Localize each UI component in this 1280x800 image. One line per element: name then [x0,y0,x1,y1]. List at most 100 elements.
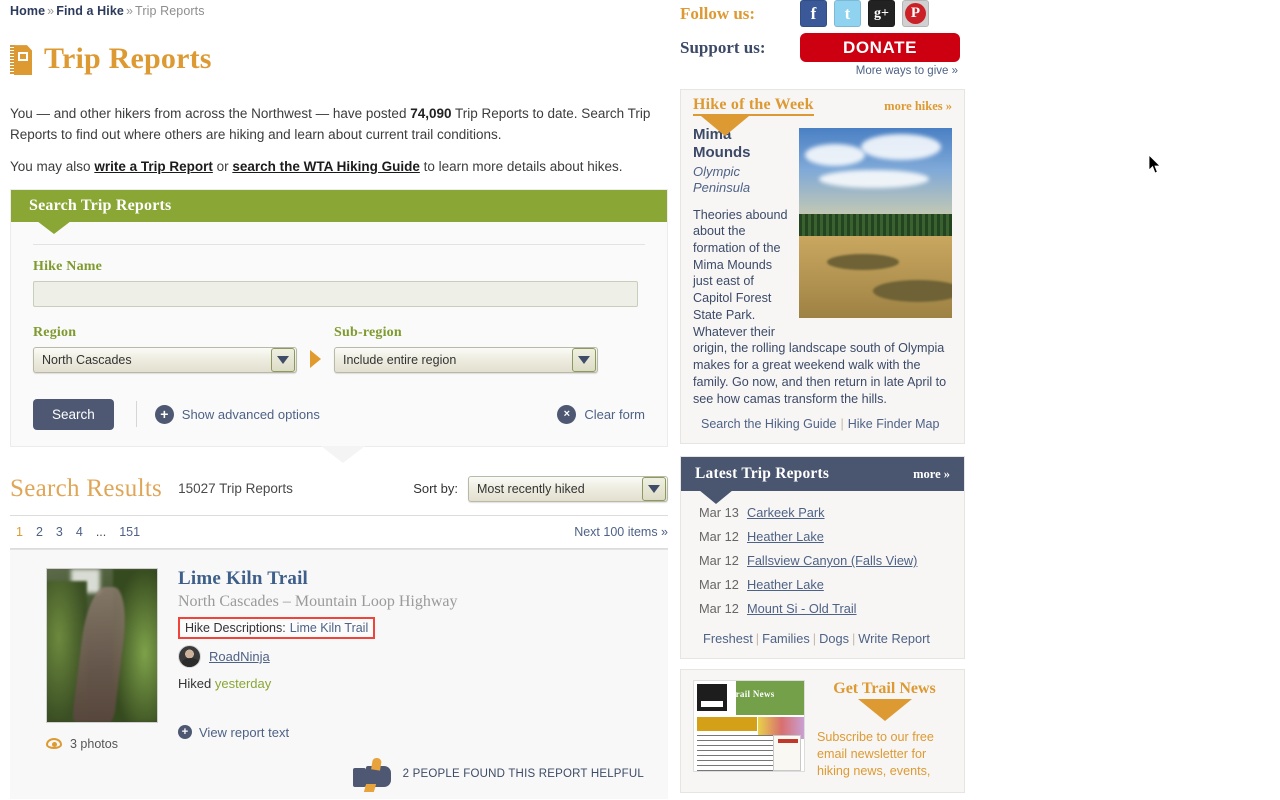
sort-by-select[interactable]: Most recently hiked [468,475,668,502]
search-button[interactable]: Search [33,398,114,430]
region-field: Region North Cascades [33,325,297,373]
support-us-label: Support us: [680,37,766,57]
report-name[interactable]: Fallsview Canyon (Falls View) [747,553,917,568]
region-select[interactable]: North Cascades [33,346,297,373]
breadcrumb-home[interactable]: Home [10,4,45,18]
search-hiking-guide-sidebar-link[interactable]: Search the Hiking Guide [701,417,837,431]
search-panel-body: Hike Name Region North Cascades Sub-regi… [11,222,667,446]
show-advanced-options-button[interactable]: + Show advanced options [154,404,320,424]
intro-line2-post: to learn more details about hikes. [419,159,623,175]
chevron-down-icon[interactable] [572,347,596,372]
googleplus-icon[interactable]: g+ [868,0,895,27]
social-icons: f t g+ P [800,0,929,27]
list-item[interactable]: Mar 12 Fallsview Canyon (Falls View) [699,553,964,568]
report-name[interactable]: Heather Lake [747,529,824,544]
page-root: Home» Find a Hike» Trip Reports Trip Repor… [0,0,1280,800]
trail-news-description: Subscribe to our free email newsletter f… [817,730,934,779]
search-hiking-guide-link[interactable]: search the WTA Hiking Guide [232,159,420,174]
latest-trip-reports-panel: Latest Trip Reports more » Mar 13 Carkee… [680,456,965,660]
trip-report-title[interactable]: Lime Kiln Trail [178,568,658,590]
trail-news-panel: Trail News Get Trail News Subscribe to o… [680,669,965,794]
support-us-row: Support us: DONATE [680,33,970,62]
report-name[interactable]: Carkeek Park [747,505,825,520]
sort-by-group: Sort by: Most recently hiked [413,475,668,502]
trip-report-count: 74,090 [410,106,452,122]
more-ways-to-give-link[interactable]: More ways to give » [680,65,960,77]
write-report-link[interactable]: Write Report [858,631,930,646]
panel-bottom-notch [321,445,365,463]
search-results-header: Search Results 15027 Trip Reports Sort b… [10,475,668,503]
page-link-1[interactable]: 1 [16,525,23,539]
chevron-down-icon[interactable] [642,476,666,501]
plus-icon: + [178,725,192,740]
links-separator: | [840,417,844,432]
subregion-field: Sub-region Include entire region [334,325,598,373]
view-report-text-button[interactable]: + View report text [178,725,658,740]
facebook-icon[interactable]: f [800,0,827,27]
report-name[interactable]: Mount Si - Old Trail [747,601,857,616]
clear-form-label: Clear form [584,406,645,422]
report-date: Mar 12 [699,529,739,545]
hike-descriptions-link[interactable]: Lime Kiln Trail [290,621,369,635]
hiked-label: Hiked [178,675,212,691]
more-hikes-link[interactable]: more hikes » [884,99,952,114]
panel-divider [33,243,645,245]
breadcrumb-current: Trip Reports [135,4,205,18]
breadcrumb-find-a-hike[interactable]: Find a Hike [56,4,124,18]
subregion-label: Sub-region [334,324,402,340]
author-link[interactable]: RoadNinja [209,649,270,664]
page-link-last[interactable]: 151 [119,525,140,539]
author-row: RoadNinja [178,644,658,668]
trail-news-thumbnail[interactable]: Trail News [693,680,805,773]
hike-descriptions-label: Hike Descriptions: [185,620,286,635]
report-name[interactable]: Heather Lake [747,577,824,592]
latest-trip-reports-header: Latest Trip Reports more » [681,457,964,505]
photo-count-label: 3 photos [70,736,118,751]
show-advanced-options-label: Show advanced options [181,406,320,422]
latest-trip-reports-list: Mar 13 Carkeek Park Mar 12 Heather Lake … [681,491,964,629]
hike-of-the-week-header: Hike of the Week more hikes » [681,90,964,136]
families-link[interactable]: Families [762,631,810,646]
intro-paragraph-1: You — and other hikers from across the N… [10,104,662,146]
latest-more-link[interactable]: more » [913,467,950,482]
report-date: Mar 12 [699,577,739,593]
next-page-link[interactable]: Next 100 items » [574,525,668,539]
trip-report-details: Lime Kiln Trail North Cascades – Mountai… [178,568,668,799]
page-link-2[interactable]: 2 [36,525,43,539]
list-item[interactable]: Mar 13 Carkeek Park [699,505,964,520]
follow-us-row: Follow us: f t g+ P [680,0,970,27]
intro-line2-pre: You may also [10,159,95,175]
hike-name-input[interactable] [33,280,638,307]
freshest-link[interactable]: Freshest [703,631,753,646]
intro-line1-pre: You — and other hikers from across the N… [10,106,411,122]
hike-of-the-week-photo[interactable] [799,128,952,318]
pinterest-icon[interactable]: P [902,0,929,27]
eye-icon [46,738,62,750]
hike-of-the-week-panel: Hike of the Week more hikes » Mima Mound… [680,89,965,445]
breadcrumb-separator-1: » [47,4,55,18]
hike-finder-map-link[interactable]: Hike Finder Map [848,417,940,431]
hiked-when: yesterday [214,675,272,691]
clear-form-button[interactable]: × Clear form [557,404,645,424]
helpful-count-label: 2 PEOPLE FOUND THIS REPORT HELPFUL [402,768,644,781]
subregion-select[interactable]: Include entire region [334,346,598,373]
hike-descriptions-row: Hike Descriptions: Lime Kiln Trail [178,616,376,639]
trip-report-card: 3 photos Lime Kiln Trail North Cascades … [10,548,668,799]
write-trip-report-link[interactable]: write a Trip Report [94,159,213,174]
trip-report-photo[interactable] [46,567,158,723]
latest-trip-reports-title: Latest Trip Reports [695,465,830,483]
dogs-link[interactable]: Dogs [819,631,849,646]
page-link-4[interactable]: 4 [76,525,83,539]
chevron-down-icon[interactable] [271,347,295,372]
hike-of-the-week-body: Mima Mounds Olympic Peninsula Theories a… [681,122,964,443]
page-link-3[interactable]: 3 [56,525,63,539]
search-panel-header: Search Trip Reports [11,189,667,234]
mouse-cursor [1149,155,1161,174]
donate-button[interactable]: DONATE [800,33,960,62]
list-item[interactable]: Mar 12 Heather Lake [699,529,964,544]
gold-notch-icon [701,116,749,136]
follow-us-label: Follow us: [680,3,756,23]
list-item[interactable]: Mar 12 Heather Lake [699,577,964,592]
twitter-icon[interactable]: t [834,0,861,27]
list-item[interactable]: Mar 12 Mount Si - Old Trail [699,601,964,616]
